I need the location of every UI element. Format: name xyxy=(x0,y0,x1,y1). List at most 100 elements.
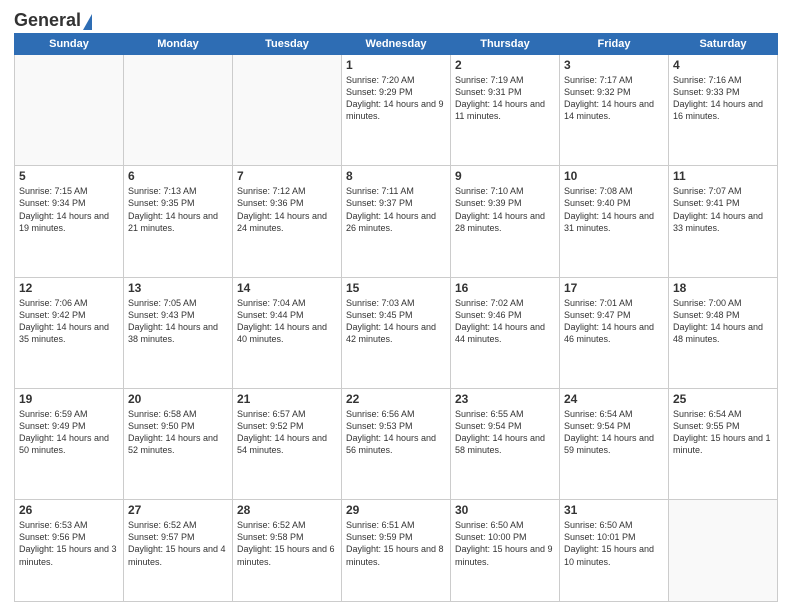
day-cell-14: 14Sunrise: 7:04 AM Sunset: 9:44 PM Dayli… xyxy=(233,277,342,388)
day-cell-25: 25 Sunrise: 6:54 AM Sunset: 9:55 PM Dayli… xyxy=(669,388,778,499)
day-info: Sunrise: 7:15 AM Sunset: 9:34 PM Dayligh… xyxy=(19,185,119,234)
day-info: Sunrise: 7:17 AM Sunset: 9:32 PM Dayligh… xyxy=(564,74,664,123)
logo: General xyxy=(14,10,92,27)
day-info: Sunrise: 6:54 AM Sunset: 9:55 PM Dayligh… xyxy=(673,408,773,457)
day-number: 16 xyxy=(455,281,555,295)
day-number: 6 xyxy=(128,169,228,183)
day-cell-22: 22Sunrise: 6:56 AM Sunset: 9:53 PM Dayli… xyxy=(342,388,451,499)
day-cell-4: 4 Sunrise: 7:16 AM Sunset: 9:33 PM Daylig… xyxy=(669,55,778,166)
day-number: 1 xyxy=(346,58,446,72)
day-cell-6: 6 Sunrise: 7:13 AM Sunset: 9:35 PM Daylig… xyxy=(124,166,233,277)
day-number: 14 xyxy=(237,281,337,295)
day-number: 11 xyxy=(673,169,773,183)
day-number: 20 xyxy=(128,392,228,406)
day-cell-3: 3 Sunrise: 7:17 AM Sunset: 9:32 PM Daylig… xyxy=(560,55,669,166)
page: General SundayMondayTuesdayWednesdayThur… xyxy=(0,0,792,612)
weekday-header-sunday: Sunday xyxy=(15,34,124,55)
day-info: Sunrise: 6:53 AM Sunset: 9:56 PM Dayligh… xyxy=(19,519,119,568)
day-cell-11: 11 Sunrise: 7:07 AM Sunset: 9:41 PM Dayli… xyxy=(669,166,778,277)
day-number: 8 xyxy=(346,169,446,183)
day-cell-20: 20 Sunrise: 6:58 AM Sunset: 9:50 PM Dayli… xyxy=(124,388,233,499)
logo-triangle-icon xyxy=(83,14,92,30)
weekday-header-saturday: Saturday xyxy=(669,34,778,55)
day-cell-empty xyxy=(124,55,233,166)
day-number: 27 xyxy=(128,503,228,517)
day-cell-26: 26 Sunrise: 6:53 AM Sunset: 9:56 PM Dayli… xyxy=(15,500,124,602)
day-info: Sunrise: 7:05 AM Sunset: 9:43 PM Dayligh… xyxy=(128,297,228,346)
calendar-table: SundayMondayTuesdayWednesdayThursdayFrid… xyxy=(14,33,778,602)
day-info: Sunrise: 6:50 AM Sunset: 10:01 PM Daylig… xyxy=(564,519,664,568)
week-row-5: 26 Sunrise: 6:53 AM Sunset: 9:56 PM Dayli… xyxy=(15,500,778,602)
day-info: Sunrise: 6:54 AM Sunset: 9:54 PM Dayligh… xyxy=(564,408,664,457)
day-number: 15 xyxy=(346,281,446,295)
day-info: Sunrise: 7:06 AM Sunset: 9:42 PM Dayligh… xyxy=(19,297,119,346)
header: General xyxy=(14,10,778,27)
day-cell-7: 7 Sunrise: 7:12 AM Sunset: 9:36 PM Daylig… xyxy=(233,166,342,277)
day-info: Sunrise: 7:19 AM Sunset: 9:31 PM Dayligh… xyxy=(455,74,555,123)
day-info: Sunrise: 7:10 AM Sunset: 9:39 PM Dayligh… xyxy=(455,185,555,234)
day-cell-empty xyxy=(669,500,778,602)
day-number: 19 xyxy=(19,392,119,406)
day-info: Sunrise: 7:20 AM Sunset: 9:29 PM Dayligh… xyxy=(346,74,446,123)
day-cell-17: 17 Sunrise: 7:01 AM Sunset: 9:47 PM Dayli… xyxy=(560,277,669,388)
day-info: Sunrise: 6:59 AM Sunset: 9:49 PM Dayligh… xyxy=(19,408,119,457)
day-cell-empty xyxy=(15,55,124,166)
day-cell-2: 2 Sunrise: 7:19 AM Sunset: 9:31 PM Daylig… xyxy=(451,55,560,166)
day-info: Sunrise: 6:57 AM Sunset: 9:52 PM Dayligh… xyxy=(237,408,337,457)
day-number: 28 xyxy=(237,503,337,517)
day-number: 24 xyxy=(564,392,664,406)
day-info: Sunrise: 6:51 AM Sunset: 9:59 PM Dayligh… xyxy=(346,519,446,568)
day-cell-19: 19 Sunrise: 6:59 AM Sunset: 9:49 PM Dayli… xyxy=(15,388,124,499)
day-cell-30: 30Sunrise: 6:50 AM Sunset: 10:00 PM Dayl… xyxy=(451,500,560,602)
day-cell-10: 10Sunrise: 7:08 AM Sunset: 9:40 PM Dayli… xyxy=(560,166,669,277)
day-number: 30 xyxy=(455,503,555,517)
day-cell-16: 16 Sunrise: 7:02 AM Sunset: 9:46 PM Dayli… xyxy=(451,277,560,388)
day-info: Sunrise: 7:13 AM Sunset: 9:35 PM Dayligh… xyxy=(128,185,228,234)
day-cell-24: 24 Sunrise: 6:54 AM Sunset: 9:54 PM Dayli… xyxy=(560,388,669,499)
day-number: 10 xyxy=(564,169,664,183)
day-number: 18 xyxy=(673,281,773,295)
day-info: Sunrise: 7:12 AM Sunset: 9:36 PM Dayligh… xyxy=(237,185,337,234)
weekday-header-monday: Monday xyxy=(124,34,233,55)
week-row-1: 1 Sunrise: 7:20 AM Sunset: 9:29 PM Daylig… xyxy=(15,55,778,166)
day-info: Sunrise: 6:58 AM Sunset: 9:50 PM Dayligh… xyxy=(128,408,228,457)
day-cell-empty xyxy=(233,55,342,166)
day-info: Sunrise: 7:01 AM Sunset: 9:47 PM Dayligh… xyxy=(564,297,664,346)
day-number: 4 xyxy=(673,58,773,72)
day-number: 21 xyxy=(237,392,337,406)
day-number: 17 xyxy=(564,281,664,295)
day-number: 3 xyxy=(564,58,664,72)
day-cell-15: 15Sunrise: 7:03 AM Sunset: 9:45 PM Dayli… xyxy=(342,277,451,388)
day-cell-27: 27 Sunrise: 6:52 AM Sunset: 9:57 PM Dayli… xyxy=(124,500,233,602)
week-row-4: 19 Sunrise: 6:59 AM Sunset: 9:49 PM Dayli… xyxy=(15,388,778,499)
day-number: 22 xyxy=(346,392,446,406)
day-number: 13 xyxy=(128,281,228,295)
day-number: 23 xyxy=(455,392,555,406)
day-number: 25 xyxy=(673,392,773,406)
day-number: 5 xyxy=(19,169,119,183)
day-cell-28: 28 Sunrise: 6:52 AM Sunset: 9:58 PM Dayli… xyxy=(233,500,342,602)
day-info: Sunrise: 7:02 AM Sunset: 9:46 PM Dayligh… xyxy=(455,297,555,346)
week-row-3: 12 Sunrise: 7:06 AM Sunset: 9:42 PM Dayli… xyxy=(15,277,778,388)
day-number: 7 xyxy=(237,169,337,183)
day-number: 9 xyxy=(455,169,555,183)
day-cell-29: 29 Sunrise: 6:51 AM Sunset: 9:59 PM Dayli… xyxy=(342,500,451,602)
day-info: Sunrise: 6:52 AM Sunset: 9:58 PM Dayligh… xyxy=(237,519,337,568)
logo-general: General xyxy=(14,10,81,31)
day-cell-13: 13 Sunrise: 7:05 AM Sunset: 9:43 PM Dayli… xyxy=(124,277,233,388)
day-info: Sunrise: 6:55 AM Sunset: 9:54 PM Dayligh… xyxy=(455,408,555,457)
day-cell-8: 8 Sunrise: 7:11 AM Sunset: 9:37 PM Daylig… xyxy=(342,166,451,277)
day-info: Sunrise: 6:52 AM Sunset: 9:57 PM Dayligh… xyxy=(128,519,228,568)
day-info: Sunrise: 7:07 AM Sunset: 9:41 PM Dayligh… xyxy=(673,185,773,234)
day-info: Sunrise: 7:11 AM Sunset: 9:37 PM Dayligh… xyxy=(346,185,446,234)
day-number: 2 xyxy=(455,58,555,72)
week-row-2: 5 Sunrise: 7:15 AM Sunset: 9:34 PM Daylig… xyxy=(15,166,778,277)
day-number: 29 xyxy=(346,503,446,517)
day-cell-21: 21 Sunrise: 6:57 AM Sunset: 9:52 PM Dayli… xyxy=(233,388,342,499)
weekday-header-thursday: Thursday xyxy=(451,34,560,55)
day-number: 12 xyxy=(19,281,119,295)
weekday-header-tuesday: Tuesday xyxy=(233,34,342,55)
day-number: 26 xyxy=(19,503,119,517)
day-cell-9: 9 Sunrise: 7:10 AM Sunset: 9:39 PM Daylig… xyxy=(451,166,560,277)
day-info: Sunrise: 7:16 AM Sunset: 9:33 PM Dayligh… xyxy=(673,74,773,123)
